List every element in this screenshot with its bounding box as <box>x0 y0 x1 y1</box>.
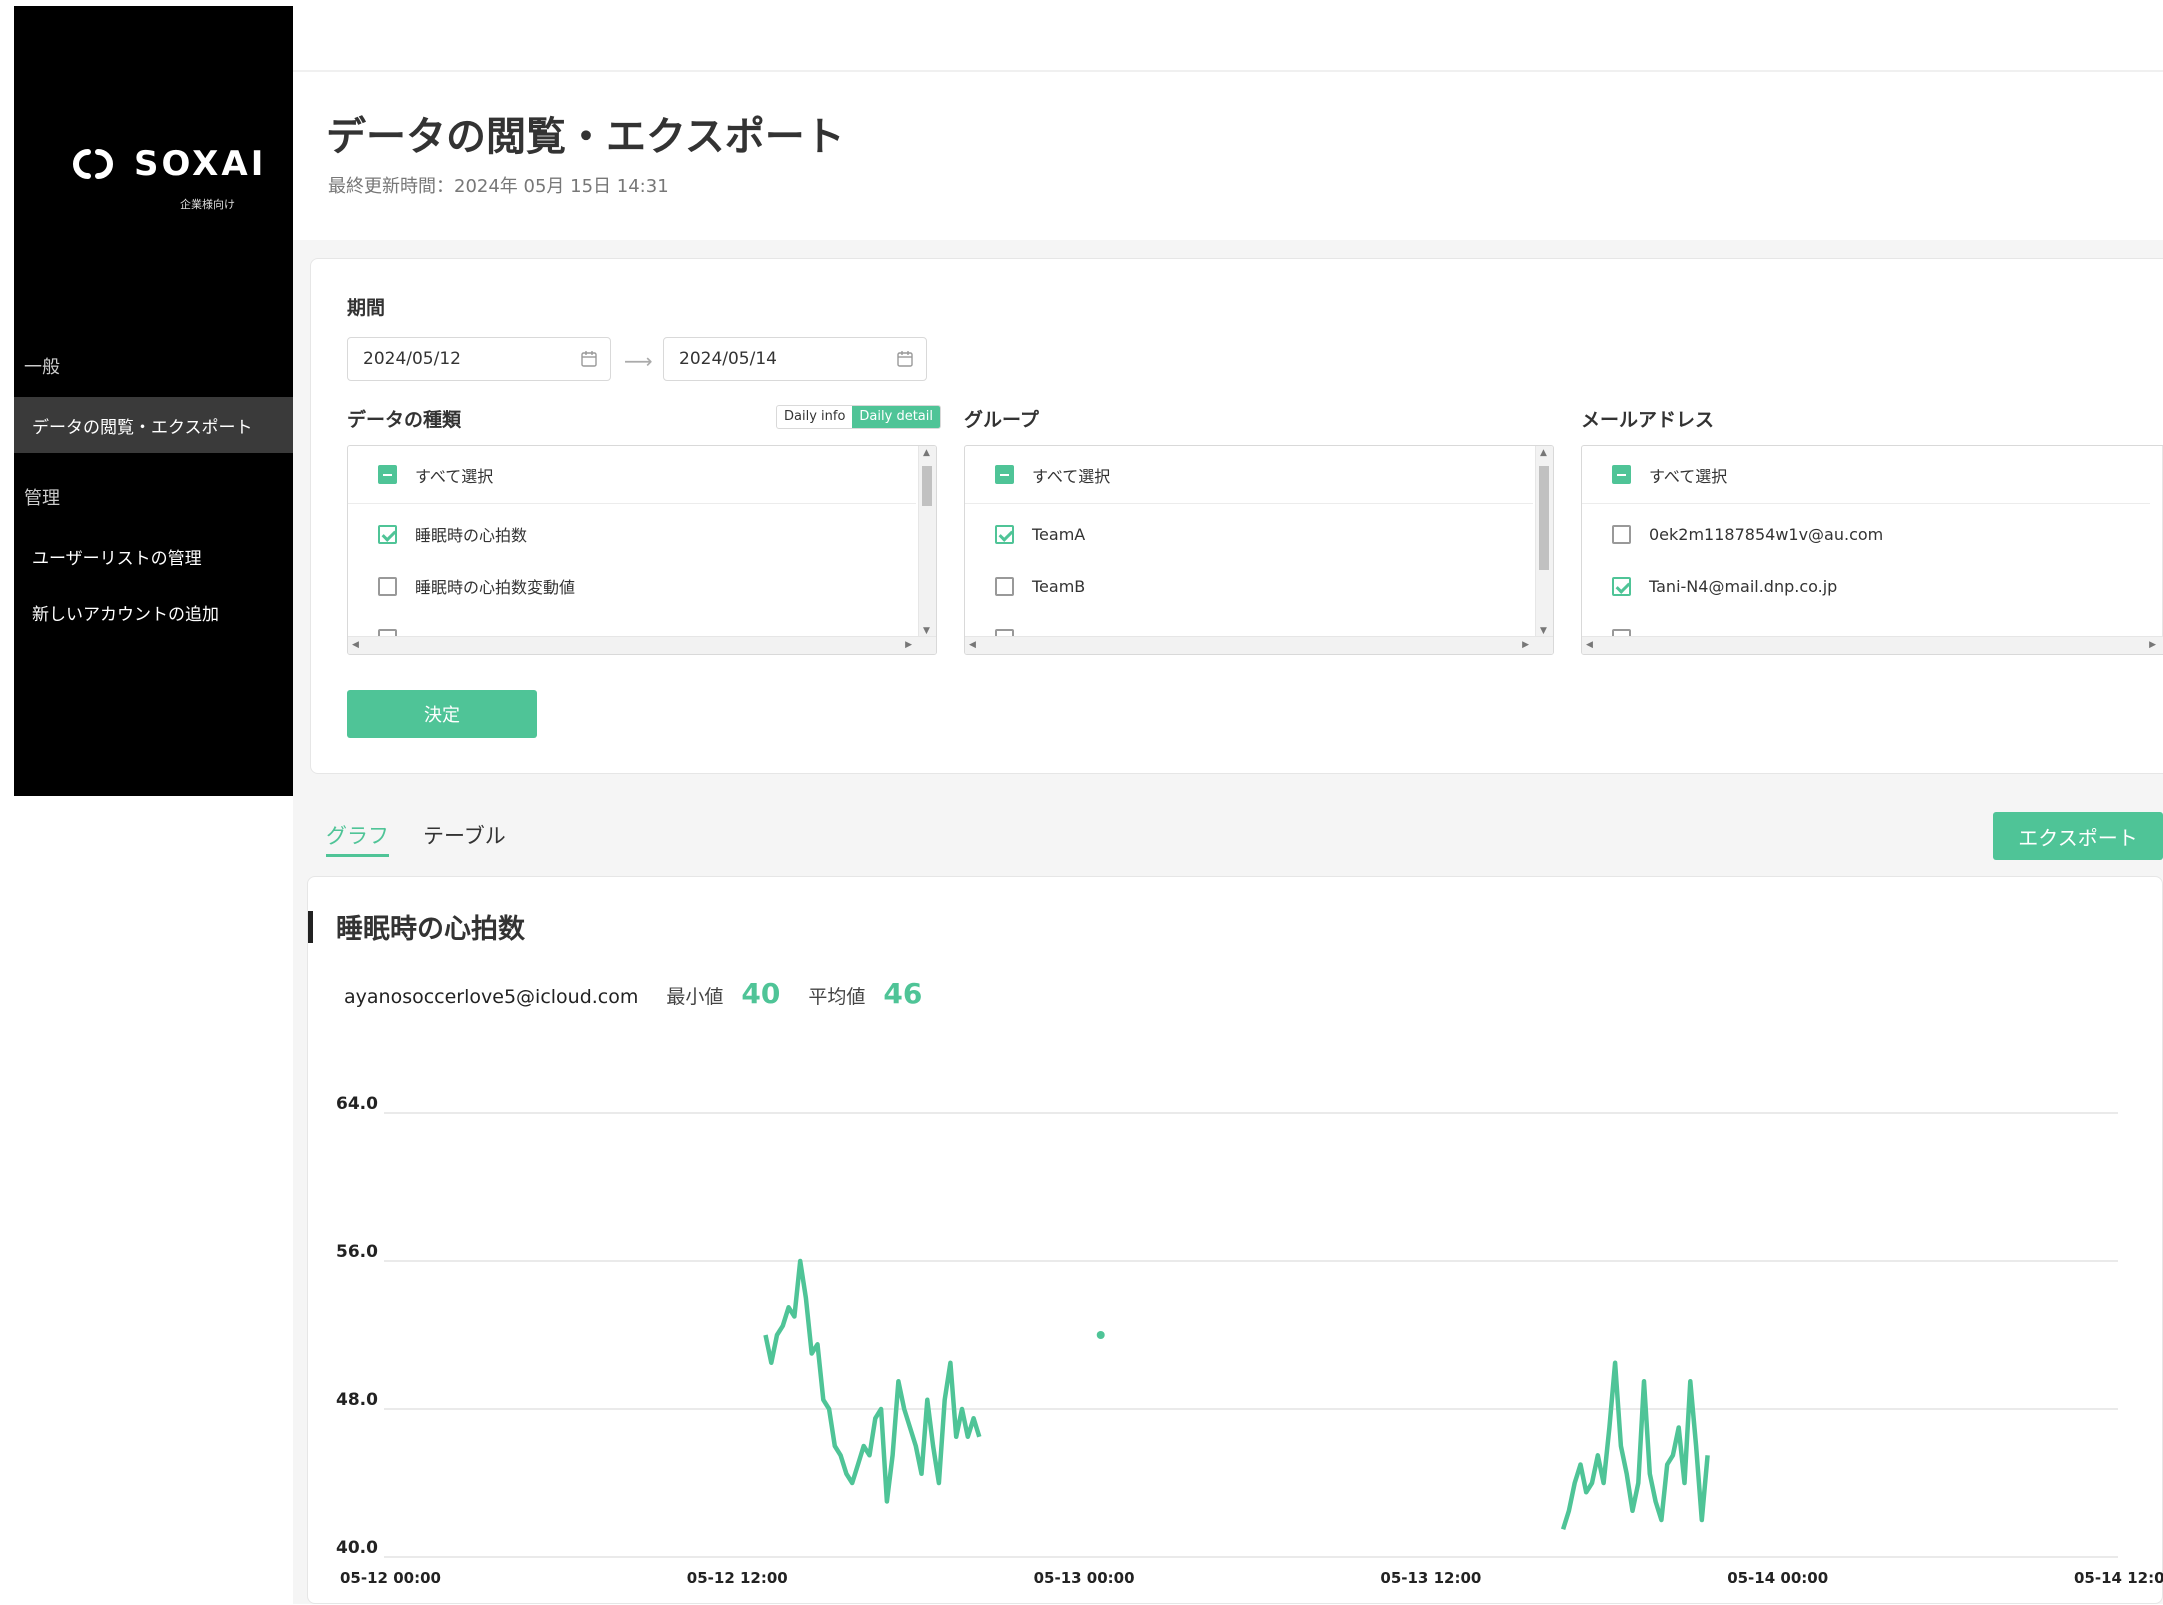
y-tick-label: 40.0 <box>336 1538 378 1558</box>
scroll-left-icon[interactable]: ◀ <box>969 640 976 650</box>
scroll-right-icon[interactable]: ▶ <box>2149 640 2156 650</box>
list-item-label: 0ek2m1187854w1v@au.com <box>1649 524 1884 544</box>
series-line <box>1560 1360 1710 1530</box>
list-item-label: Tani-N4@mail.dnp.co.jp <box>1649 576 1838 596</box>
scroll-thumb[interactable] <box>922 466 932 506</box>
toggle-daily-detail[interactable]: Daily detail <box>852 406 940 428</box>
daily-toggle[interactable]: Daily info Daily detail <box>776 405 941 429</box>
scroll-up-icon[interactable]: ▲ <box>923 448 930 458</box>
select-all-checkbox[interactable] <box>378 465 397 484</box>
checkbox[interactable] <box>378 576 397 596</box>
data-type-list[interactable]: すべて選択 睡眠時の心拍数 睡眠時の心拍数変動値 ▲ ▼ ◀ ▶ <box>347 445 937 655</box>
select-all-row[interactable]: すべて選択 <box>1582 446 2150 504</box>
list-item-label: TeamA <box>1032 524 1086 544</box>
horizontal-scrollbar[interactable]: ◀ ▶ <box>348 636 936 654</box>
chart-card: 睡眠時の心拍数 ayanosoccerlove5@icloud.com 最小値 … <box>307 876 2163 1604</box>
y-tick-label: 64.0 <box>336 1094 378 1114</box>
scroll-right-icon[interactable]: ▶ <box>905 640 912 650</box>
list-item[interactable]: 睡眠時の心拍数 <box>348 508 916 560</box>
y-tick-label: 56.0 <box>336 1242 378 1262</box>
period-label: 期間 <box>347 297 386 319</box>
scroll-left-icon[interactable]: ◀ <box>1586 640 1593 650</box>
calendar-icon <box>581 351 597 367</box>
date-from-input[interactable]: 2024/05/12 <box>347 337 611 381</box>
x-tick-label: 05-14 00:00 <box>1727 1569 1828 1587</box>
select-all-label: すべて選択 <box>1032 466 1111 486</box>
horizontal-scrollbar[interactable]: ◀ ▶ <box>965 636 1553 654</box>
x-tick-label: 05-13 12:00 <box>1380 1569 1481 1587</box>
scroll-left-icon[interactable]: ◀ <box>352 640 359 650</box>
select-all-checkbox[interactable] <box>1612 465 1631 484</box>
date-to-value: 2024/05/14 <box>679 349 777 369</box>
horizontal-scrollbar[interactable]: ◀ ▶ <box>1582 636 2163 654</box>
scroll-thumb[interactable] <box>1539 466 1549 570</box>
checkbox[interactable] <box>995 576 1014 596</box>
scroll-right-icon[interactable]: ▶ <box>1522 640 1529 650</box>
select-all-checkbox[interactable] <box>995 465 1014 484</box>
export-button[interactable]: エクスポート <box>1993 812 2163 860</box>
list-item[interactable]: TeamA <box>965 508 1533 560</box>
select-all-row[interactable]: すべて選択 <box>965 446 1533 504</box>
date-to-input[interactable]: 2024/05/14 <box>663 337 927 381</box>
brand-subtitle: 企業様向け <box>180 198 235 211</box>
data-type-label: データの種類 <box>347 409 462 431</box>
list-item[interactable]: 0ek2m1187854w1v@au.com <box>1582 508 2150 560</box>
email-list[interactable]: すべて選択 0ek2m1187854w1v@au.com Tani-N4@mai… <box>1581 445 2163 655</box>
tab-graph[interactable]: グラフ <box>326 820 389 857</box>
brand-name: SOXAI <box>134 144 267 184</box>
sidebar-item-user-list[interactable]: ユーザーリストの管理 <box>14 528 293 584</box>
select-all-label: すべて選択 <box>1649 466 1728 486</box>
data-point <box>1096 1331 1105 1339</box>
heart-rate-chart: 64.0 56.0 48.0 40.0 05-12 00:00 05-12 12:00 05… <box>336 1094 2163 1587</box>
calendar-icon <box>897 351 913 367</box>
list-item[interactable]: Tani-N4@mail.dnp.co.jp <box>1582 560 2150 612</box>
email-label: メールアドレス <box>1581 409 1715 431</box>
section-admin: 管理 <box>24 488 60 509</box>
sidebar: SOXAI 企業様向け 一般 データの閲覧・エクスポート 管理 ユーザーリストの… <box>14 6 293 796</box>
date-from-value: 2024/05/12 <box>363 349 461 369</box>
date-range-arrow: ⟶ <box>624 349 653 373</box>
scroll-down-icon[interactable]: ▼ <box>1540 626 1547 636</box>
x-tick-label: 05-14 12:00 <box>2074 1569 2163 1587</box>
scroll-up-icon[interactable]: ▲ <box>1540 448 1547 458</box>
top-bar <box>293 0 2163 72</box>
last-updated: 最終更新時間：2024年 05月 15日 14:31 <box>328 176 669 197</box>
group-list[interactable]: すべて選択 TeamA TeamB ▲ ▼ ◀ ▶ <box>964 445 1554 655</box>
section-general: 一般 <box>24 357 60 378</box>
list-item[interactable]: 睡眠時の心拍数変動値 <box>348 560 916 612</box>
list-item-label: TeamB <box>1032 576 1086 596</box>
vertical-scrollbar[interactable]: ▲ ▼ <box>918 446 936 638</box>
list-item-label: 睡眠時の心拍数 <box>415 526 528 545</box>
x-tick-label: 05-13 00:00 <box>1034 1569 1135 1587</box>
checkbox[interactable] <box>1612 524 1631 544</box>
tab-table[interactable]: テーブル <box>423 820 506 850</box>
x-tick-label: 05-12 00:00 <box>340 1569 441 1587</box>
group-label: グループ <box>964 409 1039 431</box>
series-line <box>763 1258 982 1504</box>
select-all-row[interactable]: すべて選択 <box>348 446 916 504</box>
vertical-scrollbar[interactable]: ▲ ▼ <box>1535 446 1553 638</box>
view-tabs: グラフ テーブル エクスポート <box>293 800 2163 870</box>
filter-card: 期間 2024/05/12 ⟶ 2024/05/14 データの種類 Daily … <box>310 258 2163 774</box>
submit-button[interactable]: 決定 <box>347 690 537 738</box>
list-item[interactable]: TeamB <box>965 560 1533 612</box>
logo[interactable]: SOXAI <box>64 144 266 184</box>
sidebar-item-add-account[interactable]: 新しいアカウントの追加 <box>14 584 293 640</box>
checkbox[interactable] <box>1612 576 1631 596</box>
checkbox[interactable] <box>995 524 1014 544</box>
sidebar-item-view-export[interactable]: データの閲覧・エクスポート <box>14 397 293 453</box>
list-item-label: 睡眠時の心拍数変動値 <box>415 578 576 597</box>
checkbox[interactable] <box>378 524 397 544</box>
scroll-down-icon[interactable]: ▼ <box>923 626 930 636</box>
y-tick-label: 48.0 <box>336 1390 378 1410</box>
soxai-logo-icon <box>73 149 113 179</box>
page-header: データの閲覧・エクスポート 最終更新時間：2024年 05月 15日 14:31 <box>293 74 2163 240</box>
x-tick-label: 05-12 12:00 <box>687 1569 788 1587</box>
toggle-daily-info[interactable]: Daily info <box>777 406 852 428</box>
select-all-label: すべて選択 <box>415 466 494 486</box>
page-title: データの閲覧・エクスポート <box>326 114 845 160</box>
